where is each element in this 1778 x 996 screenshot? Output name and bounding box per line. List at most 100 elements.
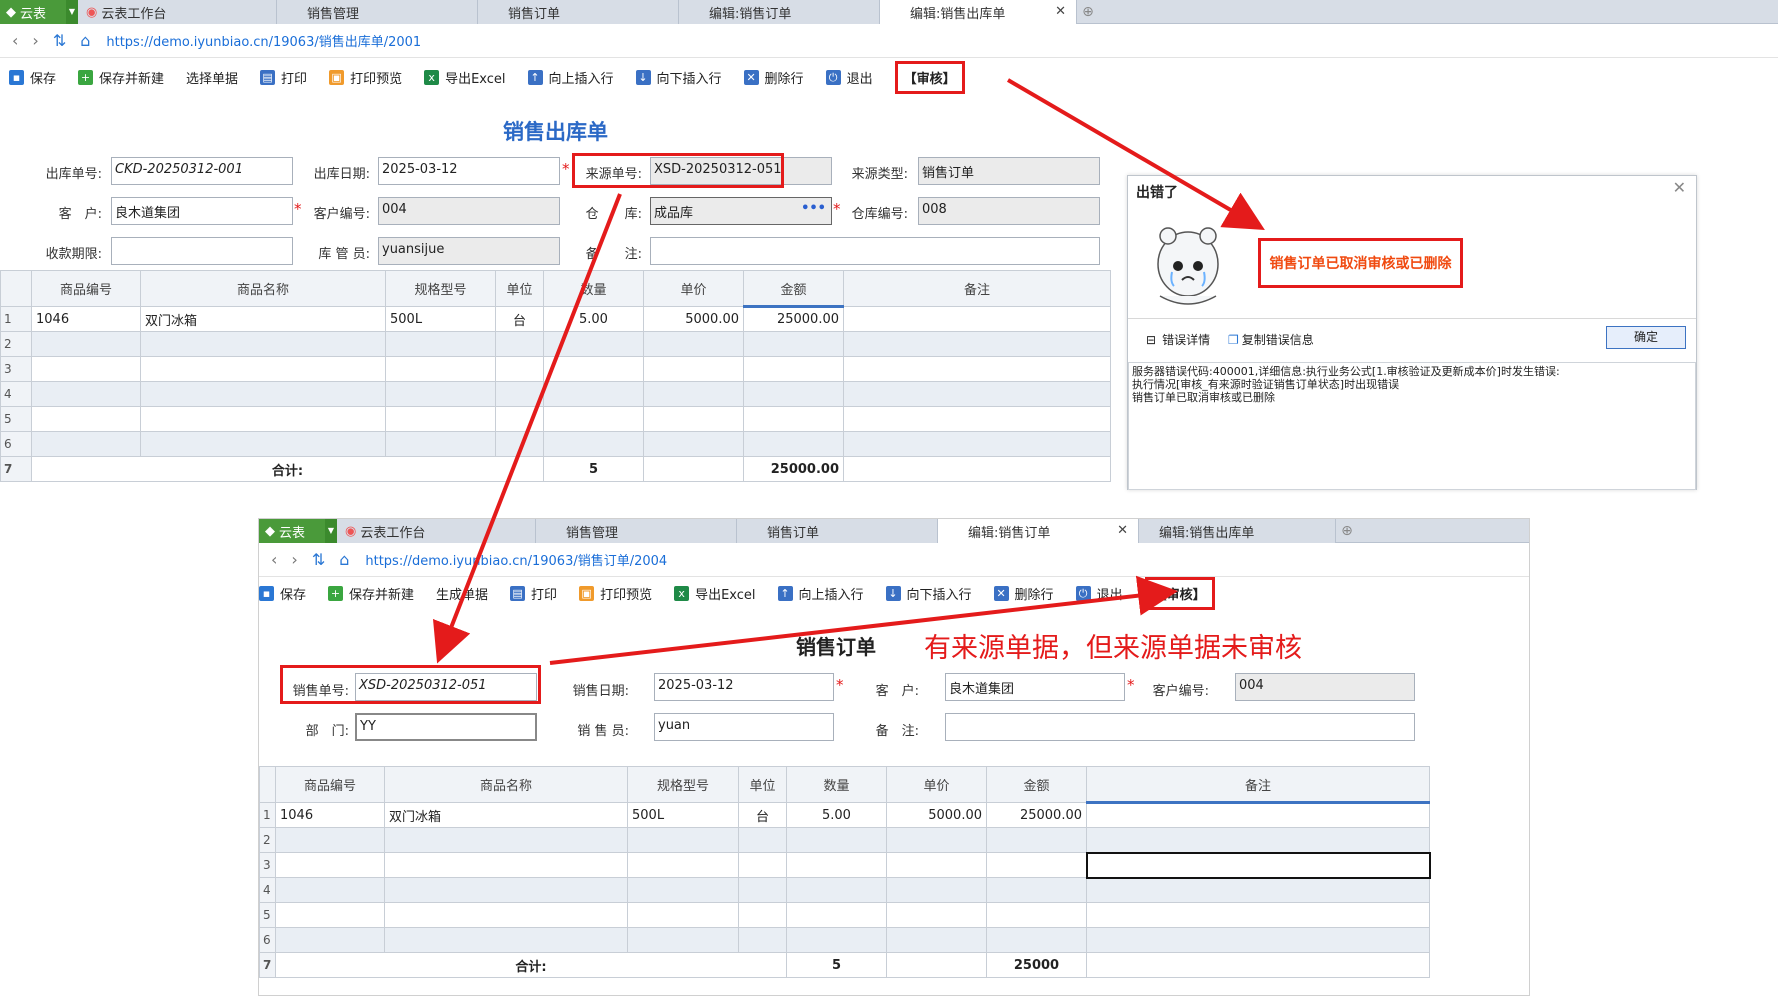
cell[interactable] (986, 877, 1087, 903)
app-dropdown-icon[interactable]: ▼ (66, 0, 78, 24)
seller-field[interactable]: yuan (654, 713, 834, 741)
cell[interactable]: 台 (738, 802, 787, 828)
export-excel-button[interactable]: x 导出Excel (674, 584, 756, 603)
cell[interactable] (643, 356, 744, 382)
col-header[interactable]: 商品名称 (384, 766, 628, 803)
cell[interactable] (886, 852, 987, 878)
cell[interactable]: 500L (627, 802, 739, 828)
cell[interactable]: 5000.00 (643, 306, 744, 332)
remark-field[interactable] (945, 713, 1415, 741)
cell[interactable] (1086, 827, 1430, 853)
exit-button[interactable]: ⏻ 退出 (1075, 584, 1123, 603)
cell[interactable] (1086, 877, 1430, 903)
forward-icon[interactable]: › (32, 31, 38, 50)
cell[interactable] (31, 406, 141, 432)
back-icon[interactable]: ‹ (12, 31, 18, 50)
cell[interactable] (627, 827, 739, 853)
more-icon[interactable]: ••• (801, 201, 826, 216)
save-new-button[interactable]: + 保存并新建 (78, 68, 164, 87)
print-preview-button[interactable]: ▣ 打印预览 (579, 584, 652, 603)
cell[interactable] (738, 902, 787, 928)
cell[interactable]: 500L (385, 306, 496, 332)
customer-field[interactable]: 良木道集团 (945, 673, 1125, 701)
cell[interactable] (886, 902, 987, 928)
cell[interactable] (275, 827, 385, 853)
cell[interactable] (385, 431, 496, 457)
new-tab-button[interactable]: ⊕ (1336, 519, 1358, 543)
cell[interactable]: 5.00 (543, 306, 644, 332)
review-button[interactable]: 【审核】 (894, 60, 965, 94)
out-date-field[interactable]: 2025-03-12 (378, 157, 560, 185)
cell[interactable] (385, 381, 496, 407)
app-menu-button[interactable]: ◆ 云表 ▼ (259, 519, 337, 543)
tab-edit-sales-order[interactable]: 编辑:销售订单 (679, 0, 880, 24)
save-button[interactable]: ▪ 保存 (9, 68, 56, 87)
cell[interactable] (384, 877, 628, 903)
back-icon[interactable]: ‹ (271, 550, 277, 569)
close-tab-icon[interactable]: ✕ (1117, 523, 1128, 538)
tab-sales-mgmt[interactable]: 销售管理 (277, 0, 478, 24)
cell[interactable] (643, 331, 744, 357)
url-text[interactable]: https://demo.iyunbiao.cn/19063/销售订单/2004 (365, 550, 667, 569)
insert-up-button[interactable]: ↑ 向上插入行 (527, 68, 614, 87)
cell[interactable] (738, 877, 787, 903)
cell[interactable] (543, 356, 644, 382)
cell[interactable] (743, 381, 844, 407)
copy-error-button[interactable]: ❐ 复制错误信息 (1228, 331, 1314, 348)
cell[interactable] (495, 331, 544, 357)
tab-workbench[interactable]: ◉ 云表工作台 (337, 519, 536, 543)
cell[interactable] (786, 827, 887, 853)
cell[interactable] (843, 381, 1111, 407)
col-header[interactable]: 商品名称 (140, 270, 386, 307)
cell[interactable]: 5000.00 (886, 802, 987, 828)
cell[interactable] (643, 381, 744, 407)
cell[interactable] (786, 902, 887, 928)
col-header[interactable]: 金额 (986, 766, 1087, 803)
cell[interactable] (743, 406, 844, 432)
error-log-text[interactable]: 服务器错误代码:400001,详细信息:执行业务公式[1.审核验证及更新成本价]… (1128, 362, 1696, 490)
col-header[interactable]: 备注 (1086, 766, 1430, 804)
refresh-icon[interactable]: ⇅ (312, 550, 325, 569)
cell[interactable] (385, 356, 496, 382)
exit-button[interactable]: ⏻ 退出 (825, 68, 873, 87)
remark-field[interactable] (650, 237, 1100, 265)
cell[interactable]: 1046 (31, 306, 141, 332)
cell[interactable] (743, 331, 844, 357)
forward-icon[interactable]: › (291, 550, 297, 569)
tab-edit-sales-outbound[interactable]: 编辑:销售出库单 ✕ (880, 0, 1077, 24)
col-header[interactable]: 单价 (643, 270, 744, 307)
cell[interactable] (986, 852, 1087, 878)
col-header[interactable]: 单位 (495, 270, 544, 307)
cell[interactable] (986, 827, 1087, 853)
cell[interactable] (1086, 802, 1430, 828)
cell[interactable] (786, 877, 887, 903)
col-header[interactable]: 规格型号 (627, 766, 739, 803)
cell[interactable] (843, 331, 1111, 357)
cell[interactable] (786, 927, 887, 953)
col-header[interactable]: 数量 (543, 270, 644, 307)
delete-row-button[interactable]: ✕ 删除行 (993, 584, 1054, 603)
cell[interactable] (385, 331, 496, 357)
cell[interactable] (843, 406, 1111, 432)
cell[interactable] (627, 877, 739, 903)
close-icon[interactable]: ✕ (1673, 178, 1686, 197)
col-header[interactable]: 数量 (786, 766, 887, 803)
cell[interactable] (31, 431, 141, 457)
save-button[interactable]: ▪ 保存 (259, 584, 306, 603)
cell[interactable] (886, 927, 987, 953)
cell[interactable] (140, 406, 386, 432)
new-tab-button[interactable]: ⊕ (1077, 0, 1099, 24)
cell[interactable] (843, 306, 1111, 332)
tab-sales-mgmt[interactable]: 销售管理 (536, 519, 737, 543)
cell[interactable] (140, 431, 386, 457)
customer-field[interactable]: 良木道集团 (111, 197, 293, 225)
cell[interactable] (1086, 927, 1430, 953)
app-dropdown-icon[interactable]: ▼ (325, 519, 337, 543)
select-doc-button[interactable]: 选择单据 (186, 68, 238, 87)
home-icon[interactable]: ⌂ (339, 550, 349, 569)
cell[interactable]: 双门冰箱 (140, 306, 386, 332)
error-detail-toggle[interactable]: ⊟ 错误详情 (1146, 331, 1210, 348)
ok-button[interactable]: 确定 (1606, 326, 1686, 349)
cell[interactable] (31, 331, 141, 357)
export-excel-button[interactable]: x 导出Excel (424, 68, 506, 87)
